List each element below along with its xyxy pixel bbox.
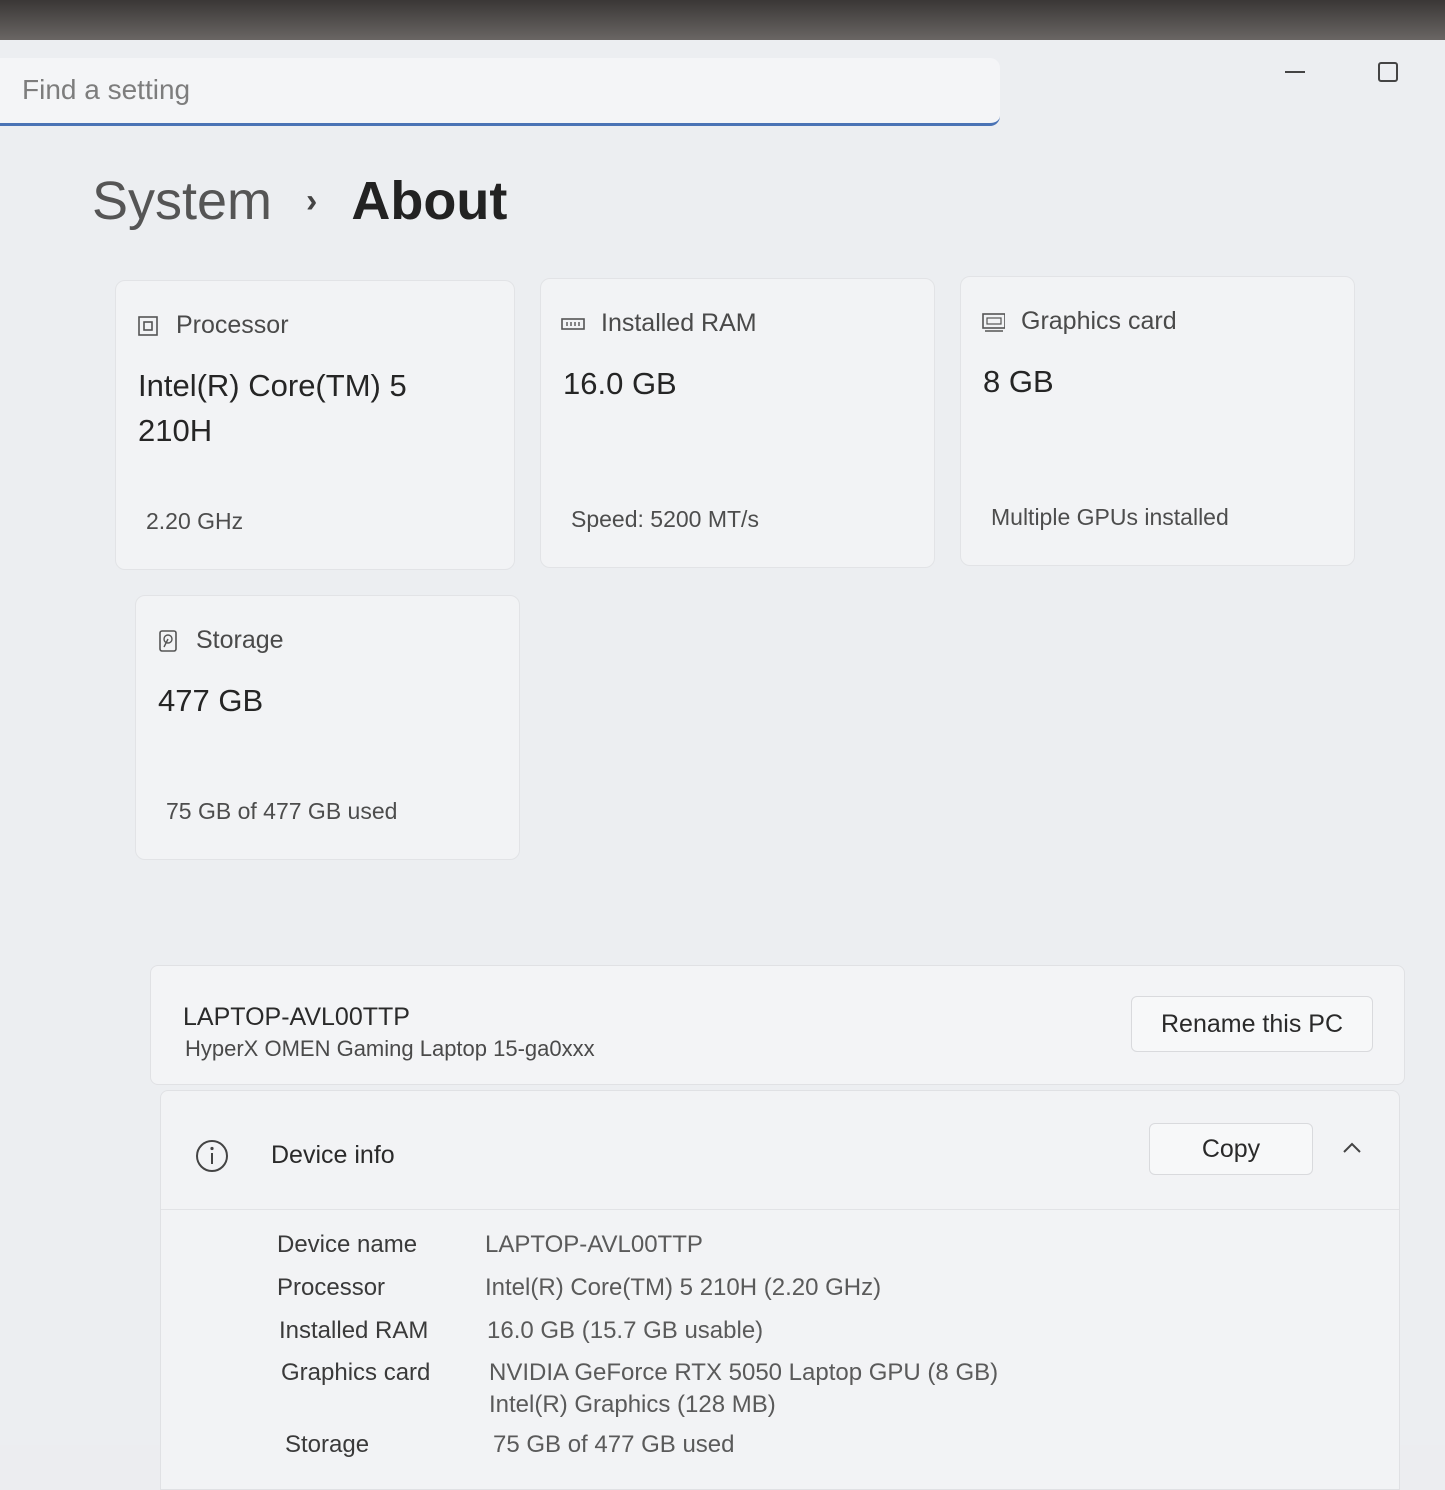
breadcrumb-separator: ›	[306, 181, 318, 220]
spec-value: Intel(R) Core(TM) 5 210H (2.20 GHz)	[485, 1274, 882, 1301]
device-info-panel: Device info Copy Device name LAPTOP-AVL0…	[160, 1090, 1400, 1490]
ram-card-value: 16.0 GB	[563, 366, 677, 401]
graphics-card: Graphics card 8 GB Multiple GPUs install…	[960, 276, 1355, 566]
processor-icon	[136, 314, 160, 338]
spec-value: LAPTOP-AVL00TTP	[485, 1231, 703, 1258]
settings-window: System › About Processor Intel(R) Core(T…	[0, 40, 1445, 1490]
device-info-header[interactable]: Device info Copy	[161, 1091, 1399, 1210]
spec-value: 16.0 GB (15.7 GB usable)	[487, 1317, 764, 1344]
breadcrumb-system[interactable]: System	[92, 170, 272, 232]
screen-bezel	[0, 0, 1445, 42]
processor-card-sub: 2.20 GHz	[146, 508, 244, 534]
minimize-icon	[1285, 71, 1305, 73]
graphics-card-value: 8 GB	[983, 364, 1054, 399]
spec-label: Processor	[277, 1274, 386, 1301]
page-title: About	[351, 171, 508, 231]
search-box[interactable]	[0, 58, 1000, 126]
spec-value: NVIDIA GeForce RTX 5050 Laptop GPU (8 GB…	[489, 1359, 999, 1386]
processor-card-value: Intel(R) Core(TM) 5 210H	[138, 368, 407, 448]
search-input[interactable]	[22, 72, 922, 108]
spec-label: Graphics card	[281, 1359, 431, 1386]
device-info-title: Device info	[271, 1141, 395, 1169]
spec-value: 75 GB of 477 GB used	[493, 1431, 735, 1458]
graphics-card-icon	[981, 310, 1005, 334]
maximize-button[interactable]	[1365, 52, 1411, 92]
info-icon	[196, 1140, 228, 1172]
ram-card: Installed RAM 16.0 GB Speed: 5200 MT/s	[540, 278, 935, 568]
minimize-button[interactable]	[1272, 52, 1318, 92]
storage-card-sub: 75 GB of 477 GB used	[166, 798, 398, 824]
storage-card: Storage 477 GB 75 GB of 477 GB used	[135, 595, 520, 860]
pc-name: LAPTOP-AVL00TTP	[183, 1003, 410, 1031]
chevron-up-icon[interactable]	[1337, 1133, 1367, 1163]
ram-card-sub: Speed: 5200 MT/s	[571, 506, 759, 532]
spec-label: Installed RAM	[279, 1317, 429, 1344]
ram-card-title: Installed RAM	[601, 309, 757, 337]
copy-button[interactable]: Copy	[1149, 1123, 1313, 1175]
processor-card: Processor Intel(R) Core(TM) 5 210H 2.20 …	[115, 280, 515, 570]
processor-card-title: Processor	[176, 311, 289, 339]
spec-value: Intel(R) Graphics (128 MB)	[489, 1391, 776, 1418]
breadcrumb: System › About	[92, 170, 507, 232]
spec-label: Storage	[285, 1431, 370, 1458]
pc-name-row: LAPTOP-AVL00TTP HyperX OMEN Gaming Lapto…	[150, 965, 1405, 1085]
rename-pc-button[interactable]: Rename this PC	[1131, 996, 1373, 1052]
spec-label: Device name	[277, 1231, 418, 1258]
graphics-card-sub: Multiple GPUs installed	[991, 504, 1229, 530]
graphics-card-title: Graphics card	[1021, 307, 1177, 335]
maximize-icon	[1378, 62, 1398, 82]
storage-card-title: Storage	[196, 626, 284, 654]
ram-icon	[561, 312, 585, 336]
storage-card-value: 477 GB	[158, 683, 264, 718]
pc-model: HyperX OMEN Gaming Laptop 15-ga0xxx	[185, 1036, 595, 1061]
storage-icon	[156, 629, 180, 653]
